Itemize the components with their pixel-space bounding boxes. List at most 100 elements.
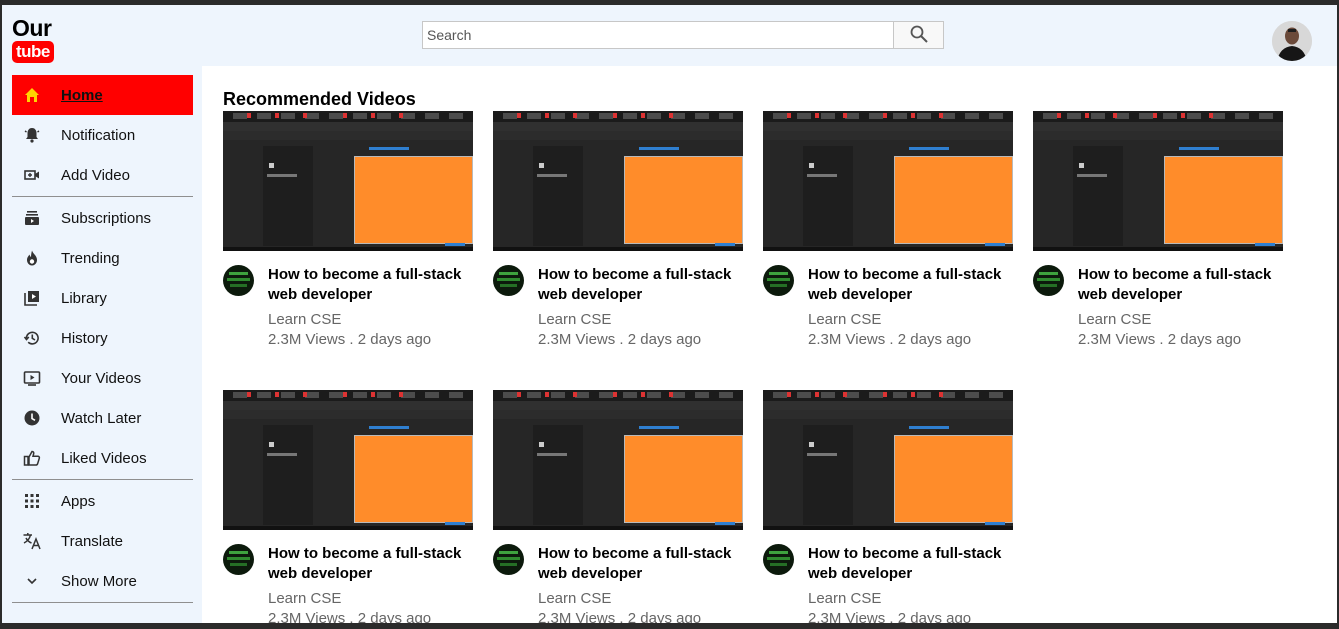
search-input[interactable] — [423, 22, 893, 48]
sidebar-item-label: Library — [61, 289, 107, 307]
video-add-icon — [22, 165, 42, 185]
video-meta: How to become a full-stack web developer… — [538, 265, 738, 350]
video-title[interactable]: How to become a full-stack web developer — [808, 265, 1008, 305]
channel-avatar[interactable] — [1033, 265, 1064, 296]
video-thumbnail[interactable] — [223, 390, 473, 530]
video-thumbnail[interactable] — [223, 111, 473, 251]
video-meta: How to become a full-stack web developer… — [808, 265, 1008, 350]
sidebar-item-watch-later[interactable]: Watch Later — [12, 398, 193, 438]
video-info: How to become a full-stack web developer… — [223, 265, 473, 350]
video-stats: 2.3M Views . 2 days ago — [538, 610, 702, 623]
sidebar-item-label: Your Videos — [61, 369, 142, 387]
video-title[interactable]: How to become a full-stack web developer — [538, 265, 738, 305]
home-icon — [22, 85, 42, 105]
video-info: How to become a full-stack web developer… — [493, 544, 743, 623]
channel-name[interactable]: Learn CSE — [268, 310, 468, 330]
window-bottom-edge — [0, 623, 1339, 629]
bell-icon — [22, 125, 42, 145]
sidebar-item-label: Trending — [61, 249, 120, 267]
video-card[interactable]: How to become a full-stack web developer… — [1033, 111, 1283, 350]
subscriptions-icon — [22, 208, 42, 228]
translate-icon — [22, 531, 42, 551]
channel-name[interactable]: Learn CSE — [538, 589, 738, 609]
sidebar-item-home[interactable]: Home — [12, 75, 193, 115]
sidebar-item-label: Watch Later — [61, 409, 142, 427]
video-title[interactable]: How to become a full-stack web developer — [268, 544, 468, 584]
video-thumbnail[interactable] — [493, 390, 743, 530]
video-thumbnail[interactable] — [1033, 111, 1283, 251]
sidebar-item-label: Show More — [61, 572, 137, 590]
app-window: Our tube Home Notification Add Video Subscr… — [2, 5, 1337, 623]
video-meta: How to become a full-stack web developer… — [268, 544, 468, 623]
sidebar-divider — [12, 602, 193, 603]
channel-name[interactable]: Learn CSE — [808, 589, 1008, 609]
library-icon — [22, 288, 42, 308]
history-icon — [22, 328, 42, 348]
sidebar-item-library[interactable]: Library — [12, 278, 193, 318]
channel-avatar[interactable] — [223, 544, 254, 575]
video-card[interactable]: How to become a full-stack web developer… — [223, 111, 473, 350]
sidebar-divider — [12, 479, 193, 480]
channel-avatar[interactable] — [493, 265, 524, 296]
video-thumbnail[interactable] — [763, 111, 1013, 251]
channel-name[interactable]: Learn CSE — [268, 589, 468, 609]
video-info: How to become a full-stack web developer… — [763, 265, 1013, 350]
video-card[interactable]: How to become a full-stack web developer… — [223, 390, 473, 623]
sidebar-item-show-more[interactable]: Show More — [12, 561, 193, 601]
sidebar-item-apps[interactable]: Apps — [12, 481, 193, 521]
video-stats: 2.3M Views . 2 days ago — [268, 331, 432, 348]
channel-name[interactable]: Learn CSE — [1078, 310, 1278, 330]
video-title[interactable]: How to become a full-stack web developer — [808, 544, 1008, 584]
video-card[interactable]: How to become a full-stack web developer… — [493, 111, 743, 350]
channel-avatar[interactable] — [763, 544, 794, 575]
video-title[interactable]: How to become a full-stack web developer — [268, 265, 468, 305]
logo-text-our: Our — [12, 15, 52, 41]
search-icon — [910, 25, 928, 46]
video-meta: How to become a full-stack web developer… — [268, 265, 468, 350]
video-info: How to become a full-stack web developer… — [493, 265, 743, 350]
video-title[interactable]: How to become a full-stack web developer — [538, 544, 738, 584]
video-card[interactable]: How to become a full-stack web developer… — [493, 390, 743, 623]
video-title[interactable]: How to become a full-stack web developer — [1078, 265, 1278, 305]
sidebar-item-add-video[interactable]: Add Video — [12, 155, 193, 195]
avatar[interactable] — [1272, 21, 1312, 61]
channel-name[interactable]: Learn CSE — [808, 310, 1008, 330]
channel-avatar[interactable] — [223, 265, 254, 296]
video-card[interactable]: How to become a full-stack web developer… — [763, 390, 1013, 623]
video-stats: 2.3M Views . 2 days ago — [1078, 331, 1242, 348]
page-title: Recommended Videos — [223, 89, 416, 109]
video-stats: 2.3M Views . 2 days ago — [538, 331, 702, 348]
sidebar-item-label: Subscriptions — [61, 209, 152, 227]
search-button[interactable] — [893, 22, 943, 48]
video-meta: How to become a full-stack web developer… — [808, 544, 1008, 623]
sidebar-item-your-videos[interactable]: Your Videos — [12, 358, 193, 398]
channel-avatar[interactable] — [763, 265, 794, 296]
video-card[interactable]: How to become a full-stack web developer… — [763, 111, 1013, 350]
video-stats: 2.3M Views . 2 days ago — [808, 331, 972, 348]
flame-icon — [22, 248, 42, 268]
channel-avatar[interactable] — [493, 544, 524, 575]
sidebar-item-liked-videos[interactable]: Liked Videos — [12, 438, 193, 478]
video-thumbnail[interactable] — [763, 390, 1013, 530]
sidebar-divider — [12, 196, 193, 197]
video-info: How to become a full-stack web developer… — [1033, 265, 1283, 350]
sidebar-item-label: Add Video — [61, 166, 130, 184]
sidebar-item-label: History — [61, 329, 108, 347]
channel-name[interactable]: Learn CSE — [538, 310, 738, 330]
sidebar: Home Notification Add Video Subscriptions Tr… — [12, 75, 193, 604]
sidebar-item-label: Liked Videos — [61, 449, 147, 467]
sidebar-item-label: Apps — [61, 492, 96, 510]
video-stats: 2.3M Views . 2 days ago — [808, 610, 972, 623]
video-info: How to become a full-stack web developer… — [763, 544, 1013, 623]
sidebar-item-translate[interactable]: Translate — [12, 521, 193, 561]
thumbs-up-icon — [22, 448, 42, 468]
logo[interactable]: Our tube — [12, 17, 56, 63]
apps-grid-icon — [22, 491, 42, 511]
sidebar-item-trending[interactable]: Trending — [12, 238, 193, 278]
sidebar-item-subscriptions[interactable]: Subscriptions — [12, 198, 193, 238]
sidebar-item-notification[interactable]: Notification — [12, 115, 193, 155]
sidebar-item-history[interactable]: History — [12, 318, 193, 358]
clock-icon — [22, 408, 42, 428]
video-thumbnail[interactable] — [493, 111, 743, 251]
sidebar-item-label: Home — [61, 86, 103, 104]
